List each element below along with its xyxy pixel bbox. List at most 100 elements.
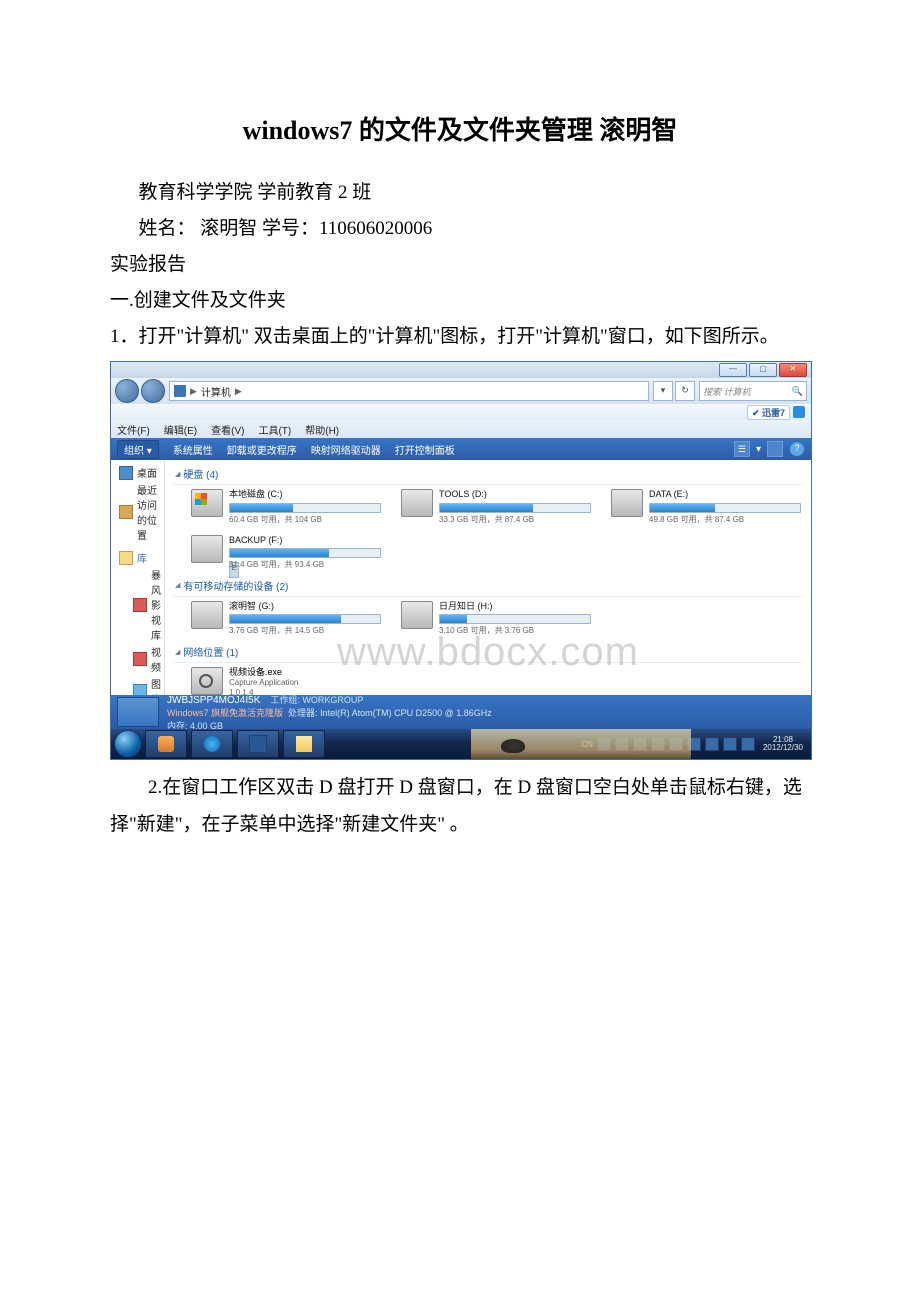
cpu-value: Intel(R) Atom(TM) CPU D2500 @ 1.86GHz (320, 708, 492, 718)
control-panel-button[interactable]: 打开控制面板 (395, 442, 455, 457)
breadcrumb-arrow-icon[interactable]: ▶ (235, 386, 242, 397)
drive-name: 日月知日 (H:) (439, 601, 591, 612)
usage-text: 60.4 GB 可用，共 104 GB (229, 515, 381, 525)
menu-tools[interactable]: 工具(T) (258, 422, 291, 437)
address-row: ▶ 计算机 ▶ ▾ ↻ 搜索 计算机 🔍 (111, 378, 811, 404)
address-bar[interactable]: ▶ 计算机 ▶ (169, 381, 649, 401)
tray-signal-icon[interactable] (741, 737, 755, 751)
usage-text: 3.76 GB 可用，共 14.5 GB (229, 626, 381, 636)
preview-pane-button[interactable] (767, 441, 783, 457)
sidebar-item-pictures[interactable]: 图片 (117, 675, 158, 695)
search-placeholder: 搜索 计算机 (703, 385, 751, 398)
network-location-item[interactable]: 视频设备.exe Capture Application 1.0.1.4 (173, 663, 803, 698)
search-input[interactable]: 搜索 计算机 🔍 (699, 381, 807, 401)
explorer-body: 桌面 最近访问的位置 库 暴风影视库 视频 图片 文档 迅雷下载 音乐 家庭组 … (111, 460, 811, 695)
breadcrumb-computer[interactable]: 计算机 (201, 384, 231, 399)
view-dropdown-icon[interactable]: ▾ (756, 444, 761, 455)
drive-icon (401, 489, 433, 517)
drive-f[interactable]: BACKUP (F:) 31.4 GB 可用，共 93.4 GB (191, 535, 381, 570)
content-pane[interactable]: 硬盘 (4) 本地磁盘 (C:) 60.4 GB 可用，共 104 GB (165, 460, 811, 695)
taskbar: CN 21:08 2012/12/30 (111, 729, 811, 759)
usage-bar (439, 503, 591, 513)
uninstall-button[interactable]: 卸载或更改程序 (227, 442, 297, 457)
netloc-name: 视频设备.exe (229, 667, 298, 678)
taskbar-clock[interactable]: 21:08 2012/12/30 (759, 736, 807, 754)
start-button[interactable] (115, 731, 141, 757)
pictures-icon (133, 684, 147, 695)
group-header-removable[interactable]: 有可移动存储的设备 (2) (173, 576, 803, 597)
sidebar-item-videos[interactable]: 视频 (117, 643, 158, 675)
sidebar-item-libraries[interactable]: 库 (117, 549, 158, 566)
desktop-icon (119, 466, 133, 480)
drive-d[interactable]: TOOLS (D:) 33.3 GB 可用，共 87.4 GB (401, 489, 591, 524)
sidebar-item-recent[interactable]: 最近访问的位置 (117, 481, 158, 543)
menu-help[interactable]: 帮助(H) (305, 422, 339, 437)
recent-icon (119, 505, 133, 519)
tray-flag-icon[interactable] (723, 737, 737, 751)
screenshot-computer-window: — ▢ ✕ ▶ 计算机 ▶ ▾ ↻ 搜索 计算机 🔍 (110, 361, 812, 760)
sidebar-item-stormvideo[interactable]: 暴风影视库 (117, 566, 158, 643)
sidebar-label: 图片 (151, 676, 161, 695)
organize-button[interactable]: 组织 ▾ (117, 440, 159, 459)
group-header-network[interactable]: 网络位置 (1) (173, 642, 803, 663)
sidebar-label: 暴风影视库 (151, 567, 161, 642)
drive-h[interactable]: 日月知日 (H:) 3.10 GB 可用，共 3.76 GB (401, 601, 591, 636)
doc-line-step2: 2.在窗口工作区双击 D 盘打开 D 盘窗口，在 D 盘窗口空白处单击鼠标右键，… (110, 770, 810, 842)
sidebar-item-desktop[interactable]: 桌面 (117, 464, 158, 481)
help-button[interactable]: ? (789, 441, 805, 457)
drive-name: 滚明智 (G:) (229, 601, 381, 612)
minimize-button[interactable]: — (719, 363, 747, 377)
close-button[interactable]: ✕ (779, 363, 807, 377)
os-version: Windows7 旗舰免激活克隆版 (167, 708, 283, 718)
menu-view[interactable]: 查看(V) (211, 422, 244, 437)
sidebar-label: 视频 (151, 644, 161, 674)
taskbar-app-users[interactable] (145, 730, 187, 758)
system-properties-button[interactable]: 系统属性 (173, 442, 213, 457)
drive-e[interactable]: DATA (E:) 49.8 GB 可用，共 87.4 GB (611, 489, 801, 524)
group-header-hdd[interactable]: 硬盘 (4) (173, 464, 803, 485)
users-icon (158, 736, 174, 752)
refresh-button[interactable]: ↻ (675, 381, 695, 401)
view-mode-button[interactable]: ☰ (734, 441, 750, 457)
drive-name: DATA (E:) (649, 489, 801, 500)
netloc-version: 1.0.1.4 (229, 688, 298, 698)
nav-back-button[interactable] (115, 379, 139, 403)
taskbar-app-word[interactable] (237, 730, 279, 758)
taskbar-app-explorer[interactable] (283, 730, 325, 758)
breadcrumb-arrow-icon: ▶ (190, 386, 197, 397)
word-icon (249, 735, 267, 753)
usage-text: 3.10 GB 可用，共 3.76 GB (439, 626, 591, 636)
tray-volume-icon[interactable] (705, 737, 719, 751)
sidebar-label: 最近访问的位置 (137, 482, 158, 542)
address-dropdown-button[interactable]: ▾ (653, 381, 673, 401)
nav-forward-button[interactable] (141, 379, 165, 403)
stormvideo-icon (133, 598, 147, 612)
menu-file[interactable]: 文件(F) (117, 422, 150, 437)
sidebar-label: 桌面 (137, 465, 157, 480)
command-toolbar: 组织 ▾ 系统属性 卸载或更改程序 映射网络驱动器 打开控制面板 ☰ ▾ ? (111, 438, 811, 460)
usage-text: 33.3 GB 可用，共 87.4 GB (439, 515, 591, 525)
taskbar-wallpaper-peek (471, 729, 691, 759)
usage-text: 31.4 GB 可用，共 93.4 GB (229, 560, 381, 570)
xunlei-badge[interactable]: ✔ 迅雷7 (747, 405, 790, 420)
drive-c[interactable]: 本地磁盘 (C:) 60.4 GB 可用，共 104 GB (191, 489, 381, 524)
map-drive-button[interactable]: 映射网络驱动器 (311, 442, 381, 457)
drive-g[interactable]: 滚明智 (G:) 3.76 GB 可用，共 14.5 GB (191, 601, 381, 636)
document-title: windows7 的文件及文件夹管理 滚明智 (110, 110, 810, 147)
ie-icon (204, 736, 220, 752)
doc-line-name: 姓名： 滚明智 学号：110606020006 (110, 211, 810, 247)
explorer-icon (296, 736, 312, 752)
maximize-button[interactable]: ▢ (749, 363, 777, 377)
doc-line-dept: 教育科学学院 学前教育 2 班 (110, 175, 810, 211)
drive-icon (611, 489, 643, 517)
doc-line-step1: 1．打开"计算机" 双击桌面上的"计算机"图标，打开"计算机"窗口，如下图所示。 (110, 319, 810, 355)
taskbar-app-ie[interactable] (191, 730, 233, 758)
netloc-desc: Capture Application (229, 678, 298, 688)
xunlei-icon[interactable] (793, 406, 805, 418)
drive-icon (191, 489, 223, 517)
drive-name: BACKUP (F:) (229, 535, 381, 546)
menu-edit[interactable]: 编辑(E) (164, 422, 197, 437)
navigation-pane: 桌面 最近访问的位置 库 暴风影视库 视频 图片 文档 迅雷下载 音乐 家庭组 … (111, 460, 165, 695)
usage-bar (229, 503, 381, 513)
details-pane: JWBJSPP4MOJ4I5K 工作组: WORKGROUP Windows7 … (111, 695, 811, 729)
